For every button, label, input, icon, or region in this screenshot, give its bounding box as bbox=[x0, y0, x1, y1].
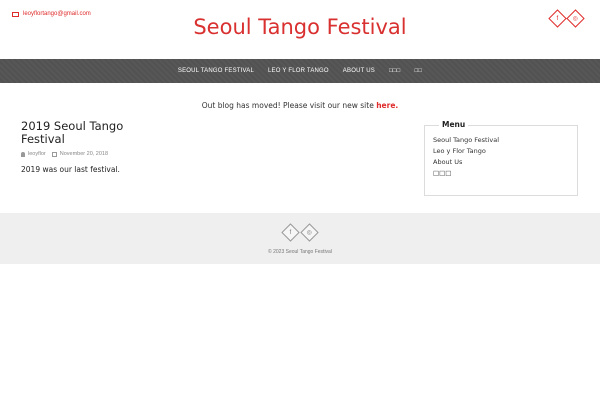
footer-social-links: f ◎ bbox=[0, 223, 600, 242]
instagram-icon[interactable]: ◎ bbox=[300, 223, 319, 242]
notice-link[interactable]: here. bbox=[376, 101, 398, 110]
facebook-icon[interactable]: f bbox=[548, 9, 567, 28]
blog-moved-notice: Out blog has moved! Please visit our new… bbox=[0, 101, 600, 110]
header-social-links: f ◎ bbox=[548, 9, 585, 28]
site-header: leoyflortango@gmail.com Seoul Tango Fest… bbox=[0, 0, 600, 59]
sidebar-menu-widget: Menu Seoul Tango Festival Leo y Flor Tan… bbox=[424, 120, 578, 196]
post-title[interactable]: 2019 Seoul Tango Festival bbox=[21, 120, 161, 146]
nav-item-about-us[interactable]: ABOUT US bbox=[336, 68, 382, 74]
post-author[interactable]: leoyflor bbox=[28, 151, 46, 157]
sidebar-item-about-us[interactable]: About Us bbox=[433, 157, 499, 168]
post-body: 2019 was our last festival. bbox=[21, 165, 120, 174]
widget-title: Menu bbox=[439, 120, 469, 129]
site-footer: f ◎ © 2023 Seoul Tango Festival bbox=[0, 213, 600, 264]
user-icon bbox=[21, 151, 25, 157]
notice-text: Out blog has moved! Please visit our new… bbox=[201, 101, 374, 110]
facebook-glyph: f bbox=[289, 229, 292, 236]
nav-item-leo-y-flor-tango[interactable]: LEO Y FLOR TANGO bbox=[261, 68, 336, 74]
site-title[interactable]: Seoul Tango Festival bbox=[0, 15, 600, 39]
nav-item-unknown-1[interactable]: □□□ bbox=[382, 68, 407, 74]
facebook-icon[interactable]: f bbox=[281, 223, 300, 242]
nav-item-seoul-tango-festival[interactable]: SEOUL TANGO FESTIVAL bbox=[171, 68, 261, 74]
post-date[interactable]: November 20, 2018 bbox=[60, 151, 108, 157]
nav-item-unknown-2[interactable]: □□ bbox=[407, 68, 429, 74]
instagram-glyph: ◎ bbox=[306, 229, 313, 236]
calendar-icon bbox=[51, 151, 57, 157]
post-meta: leoyflor November 20, 2018 bbox=[21, 151, 161, 157]
sidebar-item-leo-y-flor-tango[interactable]: Leo y Flor Tango bbox=[433, 146, 499, 157]
facebook-glyph: f bbox=[556, 15, 559, 22]
sidebar-menu-list: Seoul Tango Festival Leo y Flor Tango Ab… bbox=[433, 135, 499, 179]
sidebar-item-seoul-tango-festival[interactable]: Seoul Tango Festival bbox=[433, 135, 499, 146]
copyright-text: © 2023 Seoul Tango Festival bbox=[268, 249, 332, 255]
instagram-icon[interactable]: ◎ bbox=[566, 9, 585, 28]
instagram-glyph: ◎ bbox=[572, 15, 579, 22]
blog-post: 2019 Seoul Tango Festival leoyflor Novem… bbox=[21, 120, 161, 174]
main-navigation: SEOUL TANGO FESTIVAL LEO Y FLOR TANGO AB… bbox=[0, 59, 600, 83]
sidebar-item-unknown[interactable]: □□□ bbox=[433, 168, 499, 179]
